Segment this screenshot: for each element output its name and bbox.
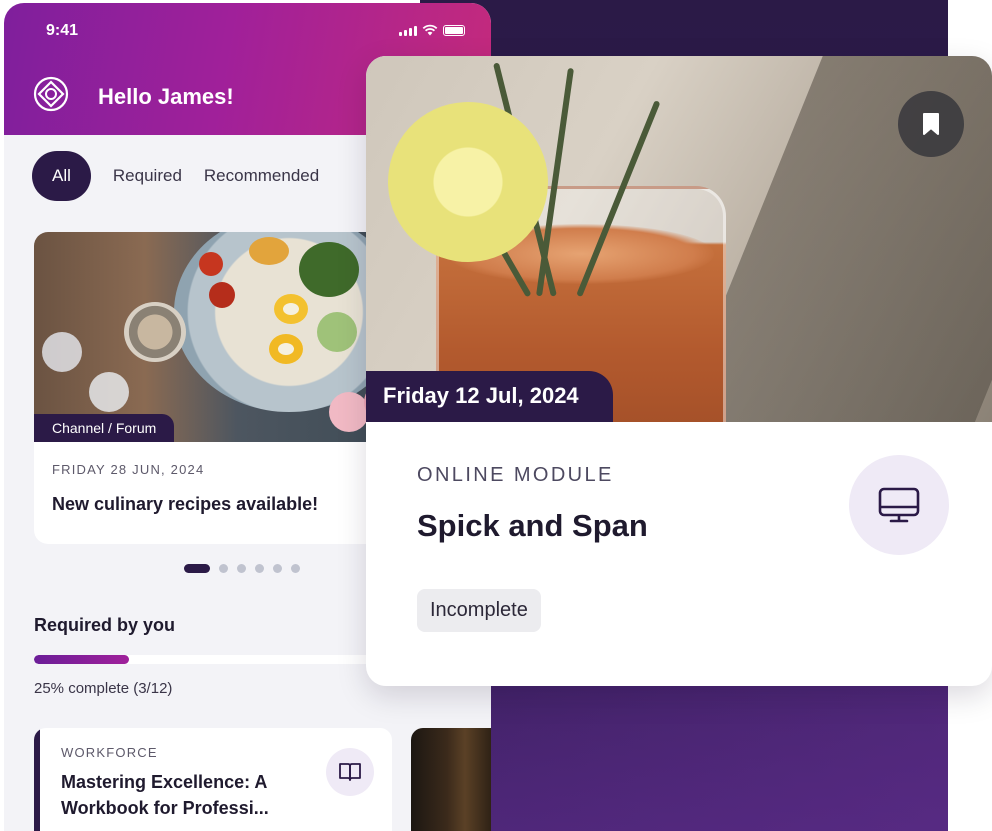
news-date: FRIDAY 28 JUN, 2024 bbox=[52, 462, 205, 477]
news-title: New culinary recipes available! bbox=[52, 494, 319, 514]
carousel-dot[interactable] bbox=[219, 564, 228, 573]
module-title: Spick and Span bbox=[417, 508, 648, 543]
carousel-dot[interactable] bbox=[291, 564, 300, 573]
bookmark-icon bbox=[923, 113, 939, 135]
book-icon bbox=[339, 763, 361, 781]
news-badge: Channel / Forum bbox=[34, 414, 175, 442]
tab-recommended[interactable]: Recommended bbox=[204, 166, 319, 186]
carousel-dot[interactable] bbox=[255, 564, 264, 573]
news-card[interactable]: Channel / Forum FRIDAY 28 JUN, 2024 New … bbox=[34, 232, 404, 544]
carousel-dot[interactable] bbox=[237, 564, 246, 573]
progress-text: 25% complete (3/12) bbox=[34, 680, 173, 697]
carousel-dot[interactable] bbox=[184, 564, 210, 573]
tab-all[interactable]: All bbox=[32, 151, 91, 201]
module-image: Friday 12 Jul, 2024 bbox=[366, 56, 992, 422]
required-title: Required by you bbox=[34, 615, 176, 635]
carousel-dot[interactable] bbox=[273, 564, 282, 573]
filter-tabs: All Required Recommended bbox=[32, 151, 319, 201]
news-image: Channel / Forum bbox=[34, 232, 404, 442]
module-date-badge: Friday 12 Jul, 2024 bbox=[366, 371, 613, 422]
monitor-icon bbox=[878, 487, 920, 523]
signal-icon bbox=[399, 26, 417, 36]
course-type-badge bbox=[326, 748, 374, 796]
module-type: ONLINE MODULE bbox=[417, 464, 614, 486]
tab-required[interactable]: Required bbox=[113, 166, 182, 186]
bookmark-button[interactable] bbox=[898, 91, 964, 157]
battery-icon bbox=[443, 25, 465, 36]
app-logo-icon[interactable] bbox=[32, 75, 70, 113]
course-title: Mastering Excellence: A Workbook for Pro… bbox=[61, 772, 269, 818]
status-time: 9:41 bbox=[46, 22, 79, 39]
progress-fill bbox=[34, 655, 129, 664]
next-course-card[interactable] bbox=[411, 728, 491, 831]
module-type-badge bbox=[849, 455, 949, 555]
module-card[interactable]: Friday 12 Jul, 2024 ONLINE MODULE Spick … bbox=[366, 56, 992, 686]
course-card[interactable]: WORKFORCE Mastering Excellence: A Workbo… bbox=[34, 728, 392, 831]
status-badge: Incomplete bbox=[417, 589, 541, 632]
course-category: WORKFORCE bbox=[61, 745, 158, 760]
progress-bar bbox=[34, 655, 414, 664]
wifi-icon bbox=[422, 24, 438, 36]
status-icons bbox=[399, 24, 465, 36]
greeting-title: Hello James! bbox=[98, 84, 234, 109]
carousel-dots bbox=[184, 564, 300, 573]
